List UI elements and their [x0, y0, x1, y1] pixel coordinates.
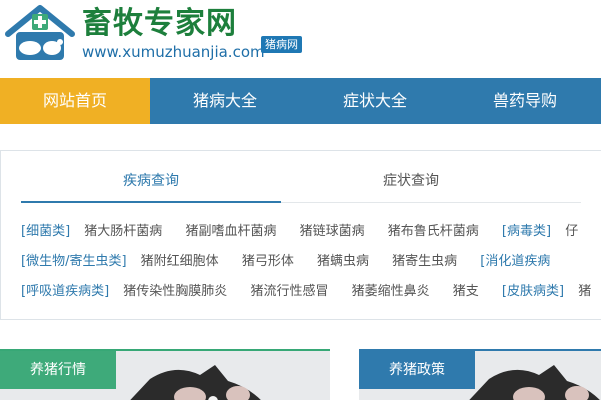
disease-link[interactable]: 猪副嗜血杆菌病	[185, 223, 276, 241]
card-title[interactable]: 养猪政策	[359, 351, 475, 389]
disease-link[interactable]: 猪布鲁氏杆菌病	[388, 223, 479, 241]
disease-link[interactable]: 猪大肠杆菌病	[84, 223, 162, 241]
pig-policy-card: 养猪政策	[359, 349, 601, 400]
site-url: www.xumuzhuanjia.com	[82, 43, 265, 61]
disease-link[interactable]: 猪螨虫病	[317, 253, 369, 271]
category-link[interactable]: [微生物/寄生虫类]	[21, 253, 127, 271]
site-header: 畜牧专家网 www.xumuzhuanjia.com 猪病网	[0, 0, 601, 78]
tab-symptom-query[interactable]: 症状查询	[281, 163, 541, 203]
disease-link[interactable]: 猪链球菌病	[300, 223, 365, 241]
disease-row: [细菌类] 猪大肠杆菌病 猪副嗜血杆菌病 猪链球菌病 猪布鲁氏杆菌病 [病毒类]…	[21, 223, 601, 253]
tab-disease-query[interactable]: 疾病查询	[21, 163, 281, 203]
disease-link-list: [细菌类] 猪大肠杆菌病 猪副嗜血杆菌病 猪链球菌病 猪布鲁氏杆菌病 [病毒类]…	[21, 223, 601, 313]
disease-link[interactable]: 猪支	[453, 283, 479, 301]
disease-link[interactable]: 仔	[565, 223, 578, 241]
card-title[interactable]: 养猪行情	[0, 351, 116, 389]
disease-search-panel: 疾病查询 症状查询 [细菌类] 猪大肠杆菌病 猪副嗜血杆菌病 猪链球菌病 猪布鲁…	[0, 150, 601, 320]
disease-row: [呼吸道疾病类] 猪传染性胸膜肺炎 猪流行性感冒 猪萎缩性鼻炎 猪支 [皮肤病类…	[21, 283, 601, 313]
pig-market-card: 养猪行情	[0, 349, 330, 400]
disease-link[interactable]: 猪	[578, 283, 591, 301]
search-tabs: 疾病查询 症状查询	[21, 163, 581, 203]
disease-link[interactable]: 猪寄生虫病	[392, 253, 457, 271]
nav-item-vet-drugs[interactable]: 兽药导购	[450, 78, 600, 124]
category-link[interactable]: [病毒类]	[502, 223, 551, 241]
category-link[interactable]: [皮肤病类]	[502, 283, 564, 301]
nav-item-home[interactable]: 网站首页	[0, 78, 150, 124]
disease-link[interactable]: 猪萎缩性鼻炎	[352, 283, 430, 301]
disease-link[interactable]: 猪弓形体	[242, 253, 294, 271]
disease-link[interactable]: 猪附红细胞体	[141, 253, 219, 271]
category-link[interactable]: [细菌类]	[21, 223, 70, 241]
main-nav: 网站首页 猪病大全 症状大全 兽药导购	[0, 78, 601, 124]
nav-item-symptoms[interactable]: 症状大全	[300, 78, 450, 124]
disease-row: [微生物/寄生虫类] 猪附红细胞体 猪弓形体 猪螨虫病 猪寄生虫病 [消化道疾病	[21, 253, 601, 283]
nav-item-pig-diseases[interactable]: 猪病大全	[150, 78, 300, 124]
site-tag-badge: 猪病网	[261, 36, 302, 53]
site-title[interactable]: 畜牧专家网	[82, 4, 237, 44]
category-link[interactable]: [呼吸道疾病类]	[21, 283, 109, 301]
disease-link[interactable]: 猪流行性感冒	[250, 283, 328, 301]
farm-house-logo-icon[interactable]	[2, 4, 78, 64]
disease-link[interactable]: 猪传染性胸膜肺炎	[123, 283, 227, 301]
category-link[interactable]: [消化道疾病	[480, 253, 550, 271]
